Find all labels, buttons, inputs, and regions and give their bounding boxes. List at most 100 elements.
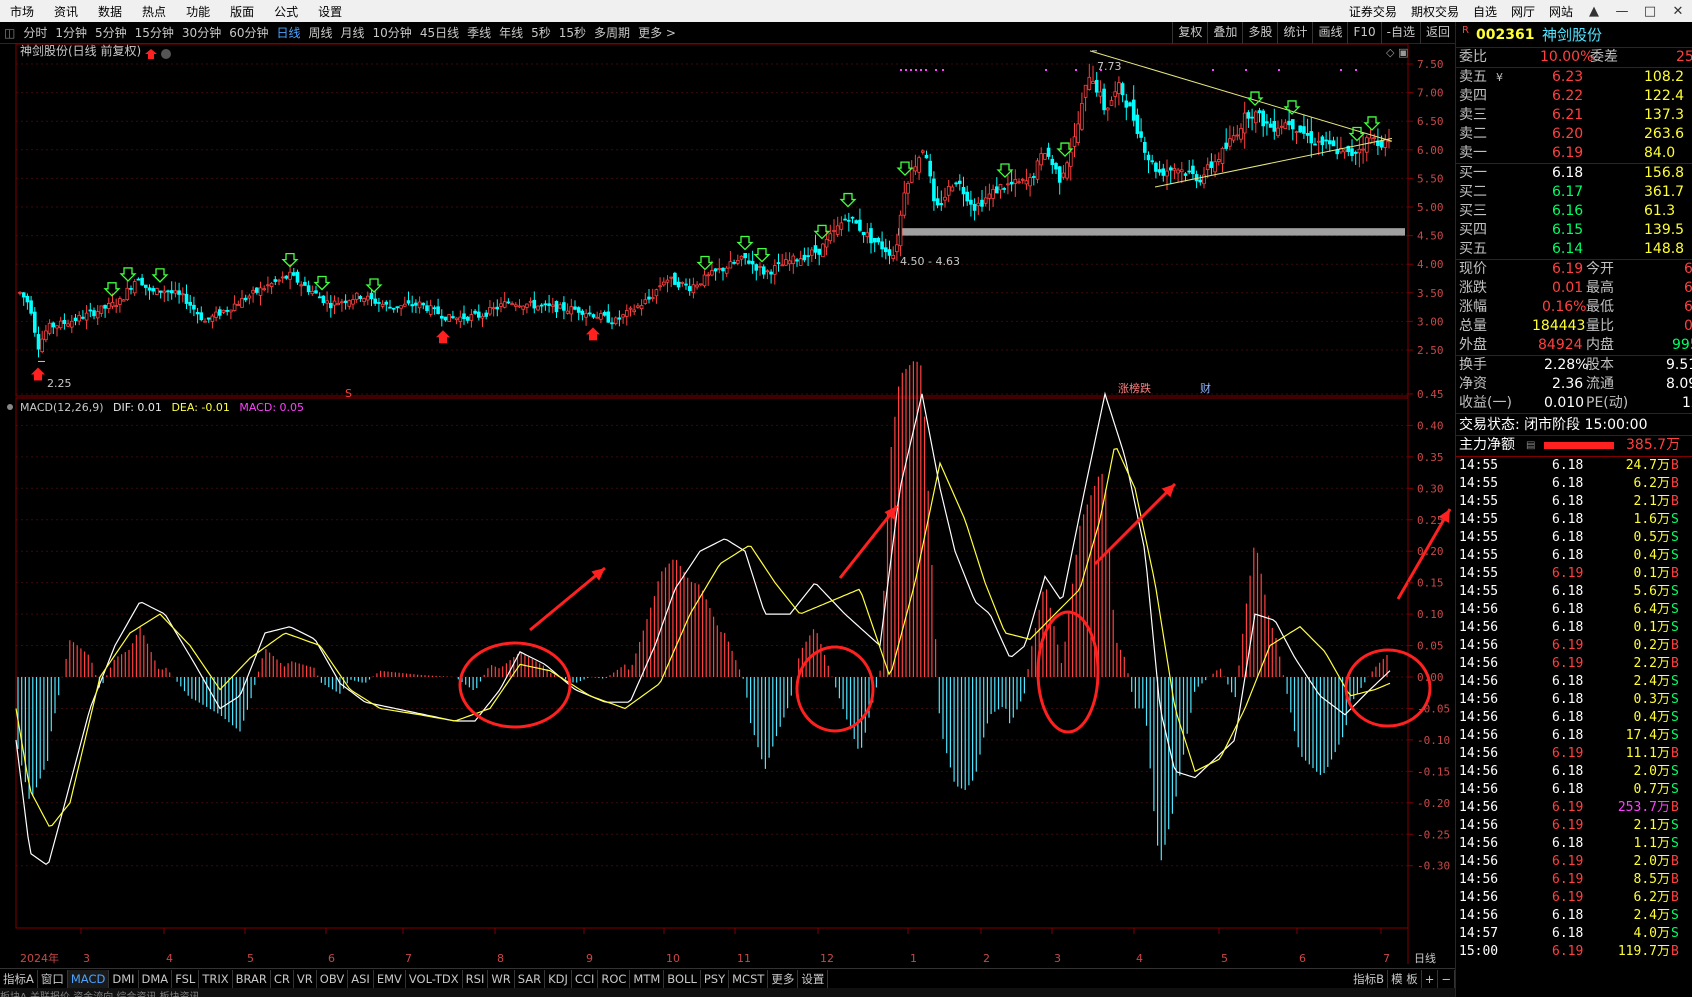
period-tab[interactable]: 多周期	[590, 24, 634, 41]
remove-pane-button[interactable]: −	[1438, 969, 1455, 988]
menu-settings[interactable]: 设置	[308, 3, 352, 20]
indicator-settings[interactable]: 设置	[798, 969, 829, 988]
menu-function[interactable]: 功能	[176, 3, 220, 20]
bid-row[interactable]: 买三 6.16 61.3	[1456, 202, 1692, 221]
add-watchlist-button[interactable]: -自选	[1380, 22, 1420, 44]
bid-row[interactable]: 买一 6.18 156.8	[1456, 164, 1692, 183]
period-tab[interactable]: 5秒	[527, 24, 555, 41]
period-tab-daily[interactable]: 日线	[272, 24, 304, 41]
bid-row[interactable]: 买五 6.14 148.8	[1456, 240, 1692, 259]
menu-website[interactable]: 网站	[1542, 3, 1580, 20]
candle-body	[1246, 112, 1251, 119]
period-tab[interactable]: 15秒	[555, 24, 590, 41]
period-tab[interactable]: 1分钟	[51, 24, 91, 41]
maximize-icon[interactable]: □	[1636, 4, 1664, 19]
menu-data[interactable]: 数据	[88, 3, 132, 20]
indicator-tab[interactable]: VR	[294, 969, 317, 988]
chart-area[interactable]: 神剑股份(日线 前复权) ◇ ▣ MACD(12,26,9) DIF: 0.01…	[0, 44, 1455, 964]
indicator-tab[interactable]: SAR	[515, 969, 546, 988]
add-pane-button[interactable]: +	[1422, 969, 1439, 988]
tick-row: 14:56 6.18 0.7万 S	[1456, 781, 1692, 799]
macd-gear-icon[interactable]	[7, 404, 13, 410]
indicator-tab[interactable]: 窗口	[38, 969, 68, 988]
period-tab[interactable]: 60分钟	[225, 24, 272, 41]
indicator-tab[interactable]: CR	[271, 969, 294, 988]
indicator-tab[interactable]: FSL	[172, 969, 200, 988]
overlay-button[interactable]: 叠加	[1207, 22, 1242, 44]
multi-stock-button[interactable]: 多股	[1242, 22, 1277, 44]
close-icon[interactable]: ✕	[1664, 4, 1692, 19]
indicator-tab-more[interactable]: 更多	[768, 969, 799, 988]
indicator-tab-macd[interactable]: MACD	[67, 969, 110, 988]
menu-layout[interactable]: 版面	[220, 3, 264, 20]
ask-row[interactable]: 卖三 6.21 137.3	[1456, 106, 1692, 125]
indicator-tab[interactable]: TRIX	[199, 969, 233, 988]
indicator-tab[interactable]: PSY	[701, 969, 730, 988]
period-tab[interactable]: 分时	[19, 24, 51, 41]
indicator-tab[interactable]: DMA	[139, 969, 173, 988]
indicator-tab[interactable]: RSI	[463, 969, 489, 988]
menu-trade[interactable]: 证券交易	[1342, 3, 1404, 20]
kline-macd-chart[interactable]: 神剑股份(日线 前复权) ◇ ▣ MACD(12,26,9) DIF: 0.01…	[0, 44, 1455, 964]
indicator-tab[interactable]: VOL-TDX	[406, 969, 463, 988]
template-tab[interactable]: 模 板	[1388, 969, 1422, 988]
fuquan-button[interactable]: 复权	[1172, 22, 1207, 44]
period-tab[interactable]: 5分钟	[91, 24, 131, 41]
event-s-label[interactable]: S	[345, 387, 352, 400]
indicator-tab[interactable]: DMI	[109, 969, 139, 988]
minimize-icon[interactable]: —	[1608, 4, 1636, 19]
indicator-tab[interactable]: WR	[488, 969, 515, 988]
period-tab[interactable]: 45日线	[416, 24, 463, 41]
menu-formula[interactable]: 公式	[264, 3, 308, 20]
ask-row[interactable]: 卖五 ¥6.23 108.2	[1456, 68, 1692, 87]
indicator-tab[interactable]: MCST	[729, 969, 769, 988]
indicator-tab[interactable]: EMV	[374, 969, 406, 988]
statistics-button[interactable]: 统计	[1277, 22, 1312, 44]
period-tab-more[interactable]: 更多 >	[634, 24, 680, 41]
candle-body	[591, 314, 596, 318]
indicator-tab[interactable]: BRAR	[233, 969, 271, 988]
tick-list[interactable]: 14:55 6.18 24.7万 B 14:55 6.18 6.2万 B 14:55 6.18 2.…	[1456, 457, 1692, 961]
indicator-tab[interactable]: MTM	[630, 969, 665, 988]
menu-watchlist[interactable]: 自选	[1466, 3, 1504, 20]
indicator-b-tab[interactable]: 指标B	[1350, 969, 1389, 988]
indicator-tab[interactable]: OBV	[317, 969, 349, 988]
dropdown-circle-icon[interactable]	[161, 49, 171, 59]
candle-body	[1109, 100, 1114, 106]
skin-icon[interactable]: ▲	[1580, 4, 1608, 19]
indicator-tab[interactable]: KDJ	[545, 969, 572, 988]
ask-row[interactable]: 卖一 6.19 84.0	[1456, 144, 1692, 163]
indicator-tab[interactable]: BOLL	[664, 969, 701, 988]
ask-row[interactable]: 卖二 6.20 263.6	[1456, 125, 1692, 144]
period-tab[interactable]: 季线	[463, 24, 495, 41]
period-tab[interactable]: 月线	[337, 24, 369, 41]
draw-line-button[interactable]: 画线	[1312, 22, 1347, 44]
period-tab[interactable]: 年线	[495, 24, 527, 41]
buy-signal-arrow-icon	[1246, 91, 1264, 106]
back-button[interactable]: 返回	[1419, 22, 1455, 44]
f10-button[interactable]: F10	[1347, 22, 1380, 44]
period-tab[interactable]: 15分钟	[131, 24, 178, 41]
ask-row[interactable]: 卖四 6.22 122.4	[1456, 87, 1692, 106]
menu-option-trade[interactable]: 期权交易	[1404, 3, 1466, 20]
diamond-icon[interactable]: ◇	[1386, 46, 1395, 59]
period-tab[interactable]: 周线	[305, 24, 337, 41]
menu-hot[interactable]: 热点	[132, 3, 176, 20]
event-cai-label[interactable]: 财	[1200, 381, 1211, 395]
main-flow-info-icon[interactable]: ▤	[1526, 436, 1535, 455]
expand-icon[interactable]: ▣	[1398, 46, 1408, 59]
sidebar-toggle-icon[interactable]: ◫	[0, 26, 19, 40]
indicator-tab[interactable]: ASI	[348, 969, 374, 988]
bid-row[interactable]: 买四 6.15 139.5	[1456, 221, 1692, 240]
menu-news[interactable]: 资讯	[44, 3, 88, 20]
indicator-tab[interactable]: CCI	[572, 969, 599, 988]
menu-market[interactable]: 市场	[0, 3, 44, 20]
bottom-tabs[interactable]: 板块A 关联报价 资金流向 综合资讯 板块资讯	[0, 988, 1455, 997]
period-tab[interactable]: 30分钟	[178, 24, 225, 41]
period-tab[interactable]: 10分钟	[369, 24, 416, 41]
event-zt-label[interactable]: 涨榜跌	[1118, 381, 1151, 395]
indicator-tab[interactable]: 指标A	[0, 969, 38, 988]
menu-online-hall[interactable]: 网厅	[1504, 3, 1542, 20]
bid-row[interactable]: 买二 6.17 361.7	[1456, 183, 1692, 202]
indicator-tab[interactable]: ROC	[598, 969, 631, 988]
